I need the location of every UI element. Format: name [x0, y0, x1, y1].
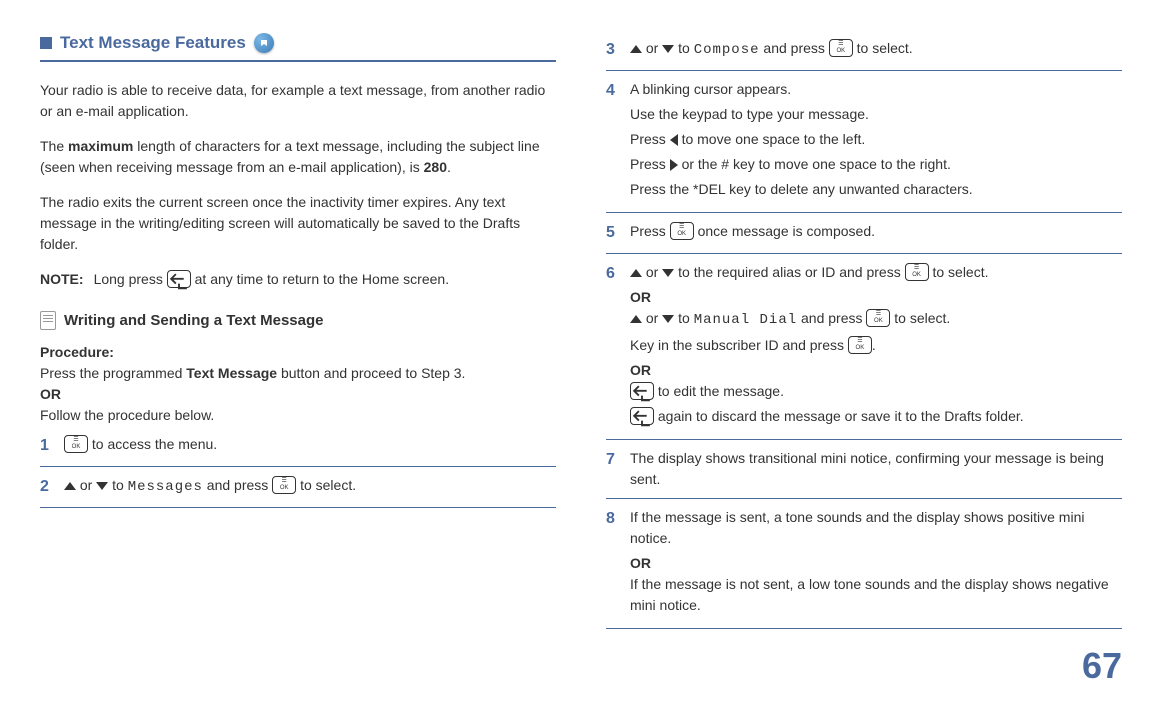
ok-key-icon: [905, 263, 929, 281]
step-7: 7 The display shows transitional mini no…: [606, 440, 1122, 499]
left-column: Text Message Features Your radio is able…: [40, 30, 556, 629]
arrow-left-icon: [670, 134, 678, 146]
step-num: 4: [606, 79, 630, 204]
feature-icon: [254, 33, 274, 53]
back-key-icon: [630, 382, 654, 400]
procedure-or: OR: [40, 386, 61, 402]
step-num: 8: [606, 507, 630, 620]
arrow-right-icon: [670, 159, 678, 171]
square-bullet-icon: [40, 37, 52, 49]
step-body: or to the required alias or ID and press…: [630, 262, 1122, 431]
step-num: 1: [40, 434, 64, 458]
step-body: The display shows transitional mini noti…: [630, 448, 1122, 490]
step-num: 3: [606, 38, 630, 62]
step-3: 3 or to Compose and press to select.: [606, 30, 1122, 71]
arrow-down-icon: [96, 482, 108, 490]
ok-key-icon: [866, 309, 890, 327]
step-body: or to Compose and press to select.: [630, 38, 1122, 62]
arrow-down-icon: [662, 315, 674, 323]
right-column: 3 or to Compose and press to select. 4 A…: [606, 30, 1122, 629]
step-num: 7: [606, 448, 630, 490]
step-body: Press once message is composed.: [630, 221, 1122, 245]
arrow-up-icon: [630, 45, 642, 53]
procedure-block: Procedure: Press the programmed Text Mes…: [40, 342, 556, 426]
step-body: to access the menu.: [64, 434, 556, 458]
step-2: 2 or to Messages and press to select.: [40, 467, 556, 508]
menu-compose: Compose: [694, 42, 760, 58]
section-header: Text Message Features: [40, 30, 556, 62]
arrow-up-icon: [630, 315, 642, 323]
arrow-up-icon: [630, 269, 642, 277]
sub-title: Writing and Sending a Text Message: [64, 310, 324, 333]
note-text: Long press at any time to return to the …: [94, 269, 450, 290]
procedure-line1: Press the programmed Text Message button…: [40, 363, 556, 384]
note-label: NOTE:: [40, 269, 84, 290]
page-icon: [40, 311, 56, 330]
arrow-down-icon: [662, 45, 674, 53]
step-1: 1 to access the menu.: [40, 426, 556, 467]
ok-key-icon: [848, 336, 872, 354]
intro-p2: The maximum length of characters for a t…: [40, 136, 556, 178]
note: NOTE: Long press at any time to return t…: [40, 269, 556, 290]
procedure-line2: Follow the procedure below.: [40, 405, 556, 426]
ok-key-icon: [670, 222, 694, 240]
back-key-icon: [167, 270, 191, 288]
menu-messages: Messages: [128, 479, 203, 495]
step-num: 2: [40, 475, 64, 499]
back-key-icon: [630, 407, 654, 425]
ok-key-icon: [829, 39, 853, 57]
step-6: 6 or to the required alias or ID and pre…: [606, 254, 1122, 440]
step-4: 4 A blinking cursor appears. Use the key…: [606, 71, 1122, 213]
step-num: 6: [606, 262, 630, 431]
arrow-up-icon: [64, 482, 76, 490]
step-num: 5: [606, 221, 630, 245]
ok-key-icon: [64, 435, 88, 453]
step-8: 8 If the message is sent, a tone sounds …: [606, 499, 1122, 629]
section-title: Text Message Features: [60, 30, 246, 56]
ok-key-icon: [272, 476, 296, 494]
step-body: A blinking cursor appears. Use the keypa…: [630, 79, 1122, 204]
menu-manual-dial: Manual Dial: [694, 312, 797, 328]
step-body: If the message is sent, a tone sounds an…: [630, 507, 1122, 620]
arrow-down-icon: [662, 269, 674, 277]
step-body: or to Messages and press to select.: [64, 475, 556, 499]
sub-header: Writing and Sending a Text Message: [40, 310, 556, 333]
intro-p3: The radio exits the current screen once …: [40, 192, 556, 255]
step-5: 5 Press once message is composed.: [606, 213, 1122, 254]
procedure-label: Procedure:: [40, 344, 114, 360]
intro-p1: Your radio is able to receive data, for …: [40, 80, 556, 122]
page-number: 67: [1082, 639, 1122, 693]
